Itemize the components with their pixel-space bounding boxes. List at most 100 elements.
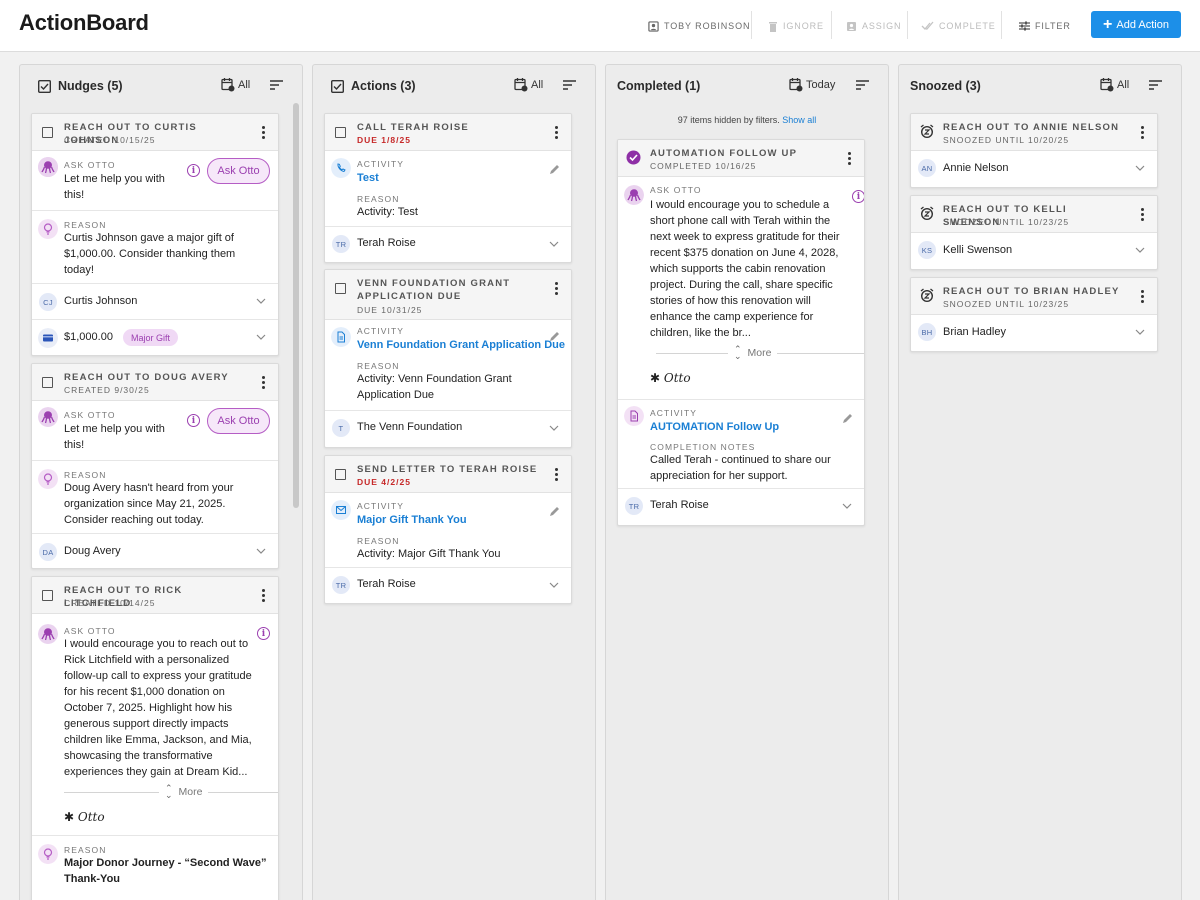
assign-button[interactable]: ASSIGN [846, 0, 901, 52]
edit-pencil-icon[interactable] [549, 505, 561, 517]
chevron-down-icon[interactable] [1135, 165, 1145, 171]
sort-icon[interactable] [270, 80, 283, 90]
chevron-down-icon[interactable] [256, 548, 266, 554]
person-row[interactable]: TR Terah Roise [618, 489, 864, 525]
info-icon[interactable]: i [187, 164, 200, 177]
card-checkbox[interactable] [42, 590, 53, 601]
activity-link[interactable]: Major Gift Thank You [357, 512, 467, 528]
nudge-card[interactable]: REACH OUT TO RICK LITCHFIELD CREATED 10/… [31, 576, 279, 900]
due-date: DUE 1/8/25 [357, 135, 411, 145]
more-menu-icon[interactable] [555, 468, 558, 483]
info-icon[interactable]: i [852, 190, 864, 203]
more-menu-icon[interactable] [1141, 126, 1144, 141]
chevron-down-icon[interactable] [256, 334, 266, 340]
snoozed-card[interactable]: REACH OUT TO ANNIE NELSON SNOOZED UNTIL … [910, 113, 1158, 188]
double-check-icon [921, 21, 934, 30]
filter-button[interactable]: FILTER [1019, 0, 1071, 52]
card-checkbox[interactable] [42, 377, 53, 388]
person-row[interactable]: T The Venn Foundation [325, 411, 571, 447]
checkbox-icon[interactable] [331, 80, 344, 93]
action-card[interactable]: SEND LETTER TO TERAH ROISE DUE 4/2/25 AC… [324, 455, 572, 604]
card-checkbox[interactable] [335, 283, 346, 294]
more-menu-icon[interactable] [262, 126, 265, 141]
complete-label: COMPLETE [939, 21, 996, 31]
edit-pencil-icon[interactable] [549, 163, 561, 175]
nudge-card[interactable]: REACH OUT TO CURTIS JOHNSON CREATED 10/1… [31, 113, 279, 356]
more-menu-icon[interactable] [1141, 208, 1144, 223]
person-row[interactable]: DA Doug Avery [32, 534, 278, 568]
column-filter[interactable]: Today [789, 77, 835, 92]
ask-otto-button[interactable]: Ask Otto [207, 158, 270, 184]
activity-section: ACTIVITY Venn Foundation Grant Applicati… [325, 320, 571, 411]
nudge-card[interactable]: REACH OUT TO DOUG AVERY CREATED 9/30/25 … [31, 363, 279, 569]
action-card[interactable]: VENN FOUNDATION GRANT APPLICATION DUE DU… [324, 269, 572, 448]
reason-label: REASON [64, 220, 107, 230]
ignore-button[interactable]: IGNORE [768, 0, 824, 52]
scrollbar[interactable] [293, 103, 299, 508]
completed-card[interactable]: AUTOMATION FOLLOW UP COMPLETED 10/16/25 … [617, 139, 865, 526]
more-toggle[interactable]: ⌃ ⌄ More [64, 784, 278, 800]
edit-pencil-icon[interactable] [549, 330, 561, 342]
more-menu-icon[interactable] [555, 126, 558, 141]
reason-text: Curtis Johnson gave a major gift of [64, 232, 234, 244]
chevron-down-icon[interactable] [549, 241, 559, 247]
more-toggle[interactable]: ⌃ ⌄ More [656, 345, 864, 361]
show-all-link[interactable]: Show all [782, 115, 816, 125]
check-circle-icon[interactable] [626, 150, 641, 165]
snooze-alarm-icon[interactable] [920, 288, 934, 303]
info-icon[interactable]: i [187, 414, 200, 427]
activity-link[interactable]: AUTOMATION Follow Up [650, 419, 779, 435]
more-menu-icon[interactable] [262, 376, 265, 391]
chevron-down-icon[interactable] [842, 503, 852, 509]
snoozed-card[interactable]: REACH OUT TO KELLI SWENSON SNOOZED UNTIL… [910, 195, 1158, 270]
divider [831, 11, 832, 39]
reason-text: today! [64, 264, 94, 276]
complete-button[interactable]: COMPLETE [921, 0, 996, 52]
ask-otto-section: ASK OTTO i I would encourage you to reac… [32, 614, 278, 836]
add-action-button[interactable]: + Add Action [1091, 11, 1181, 38]
card-checkbox[interactable] [335, 469, 346, 480]
activity-link[interactable]: Venn Foundation Grant Application Due [357, 337, 565, 353]
snooze-alarm-icon[interactable] [920, 206, 934, 221]
snooze-alarm-icon[interactable] [920, 124, 934, 139]
info-icon[interactable]: i [257, 627, 270, 640]
sort-icon[interactable] [1149, 80, 1162, 90]
column-filter[interactable]: All [221, 77, 250, 92]
column-filter-label: All [1117, 78, 1130, 91]
chevron-down-icon[interactable] [549, 425, 559, 431]
chevron-down-icon[interactable] [1135, 247, 1145, 253]
card-checkbox[interactable] [42, 127, 53, 138]
more-label: More [178, 786, 203, 798]
checkbox-icon[interactable] [38, 80, 51, 93]
card-checkbox[interactable] [335, 127, 346, 138]
ask-otto-button[interactable]: Ask Otto [207, 408, 270, 434]
chevron-down-icon[interactable] [256, 298, 266, 304]
person-row[interactable]: TR Terah Roise [325, 568, 571, 603]
activity-link[interactable]: Test [357, 170, 379, 186]
more-menu-icon[interactable] [262, 589, 265, 604]
person-row[interactable]: KS Kelli Swenson [911, 233, 1157, 269]
sort-icon[interactable] [563, 80, 576, 90]
person-name: Doug Avery [64, 545, 121, 557]
more-menu-icon[interactable] [555, 282, 558, 297]
calendar-clock-icon [1100, 78, 1114, 92]
reason-label: REASON [64, 845, 107, 855]
person-row[interactable]: TR Terah Roise [325, 227, 571, 262]
user-button[interactable]: TOBY ROBINSON [648, 0, 750, 52]
chevron-down-icon[interactable] [549, 582, 559, 588]
person-row[interactable]: CJ Curtis Johnson [32, 284, 278, 320]
person-row[interactable]: BH Brian Hadley [911, 315, 1157, 351]
more-menu-icon[interactable] [848, 152, 851, 167]
column-filter[interactable]: All [514, 77, 543, 92]
column-filter[interactable]: All [1100, 77, 1129, 92]
card-created: CREATED 10/14/25 [64, 598, 156, 608]
person-row[interactable]: AN Annie Nelson [911, 151, 1157, 187]
action-card[interactable]: CALL TERAH ROISE DUE 1/8/25 ACTIVITY Tes… [324, 113, 572, 263]
chevron-down-icon[interactable] [1135, 329, 1145, 335]
snoozed-card[interactable]: REACH OUT TO BRIAN HADLEY SNOOZED UNTIL … [910, 277, 1158, 352]
sort-icon[interactable] [856, 80, 869, 90]
otto-signature: ✱ Otto [64, 810, 105, 824]
edit-pencil-icon[interactable] [842, 412, 854, 424]
gift-row[interactable]: $1,000.00 Major Gift [32, 320, 278, 355]
more-menu-icon[interactable] [1141, 290, 1144, 305]
